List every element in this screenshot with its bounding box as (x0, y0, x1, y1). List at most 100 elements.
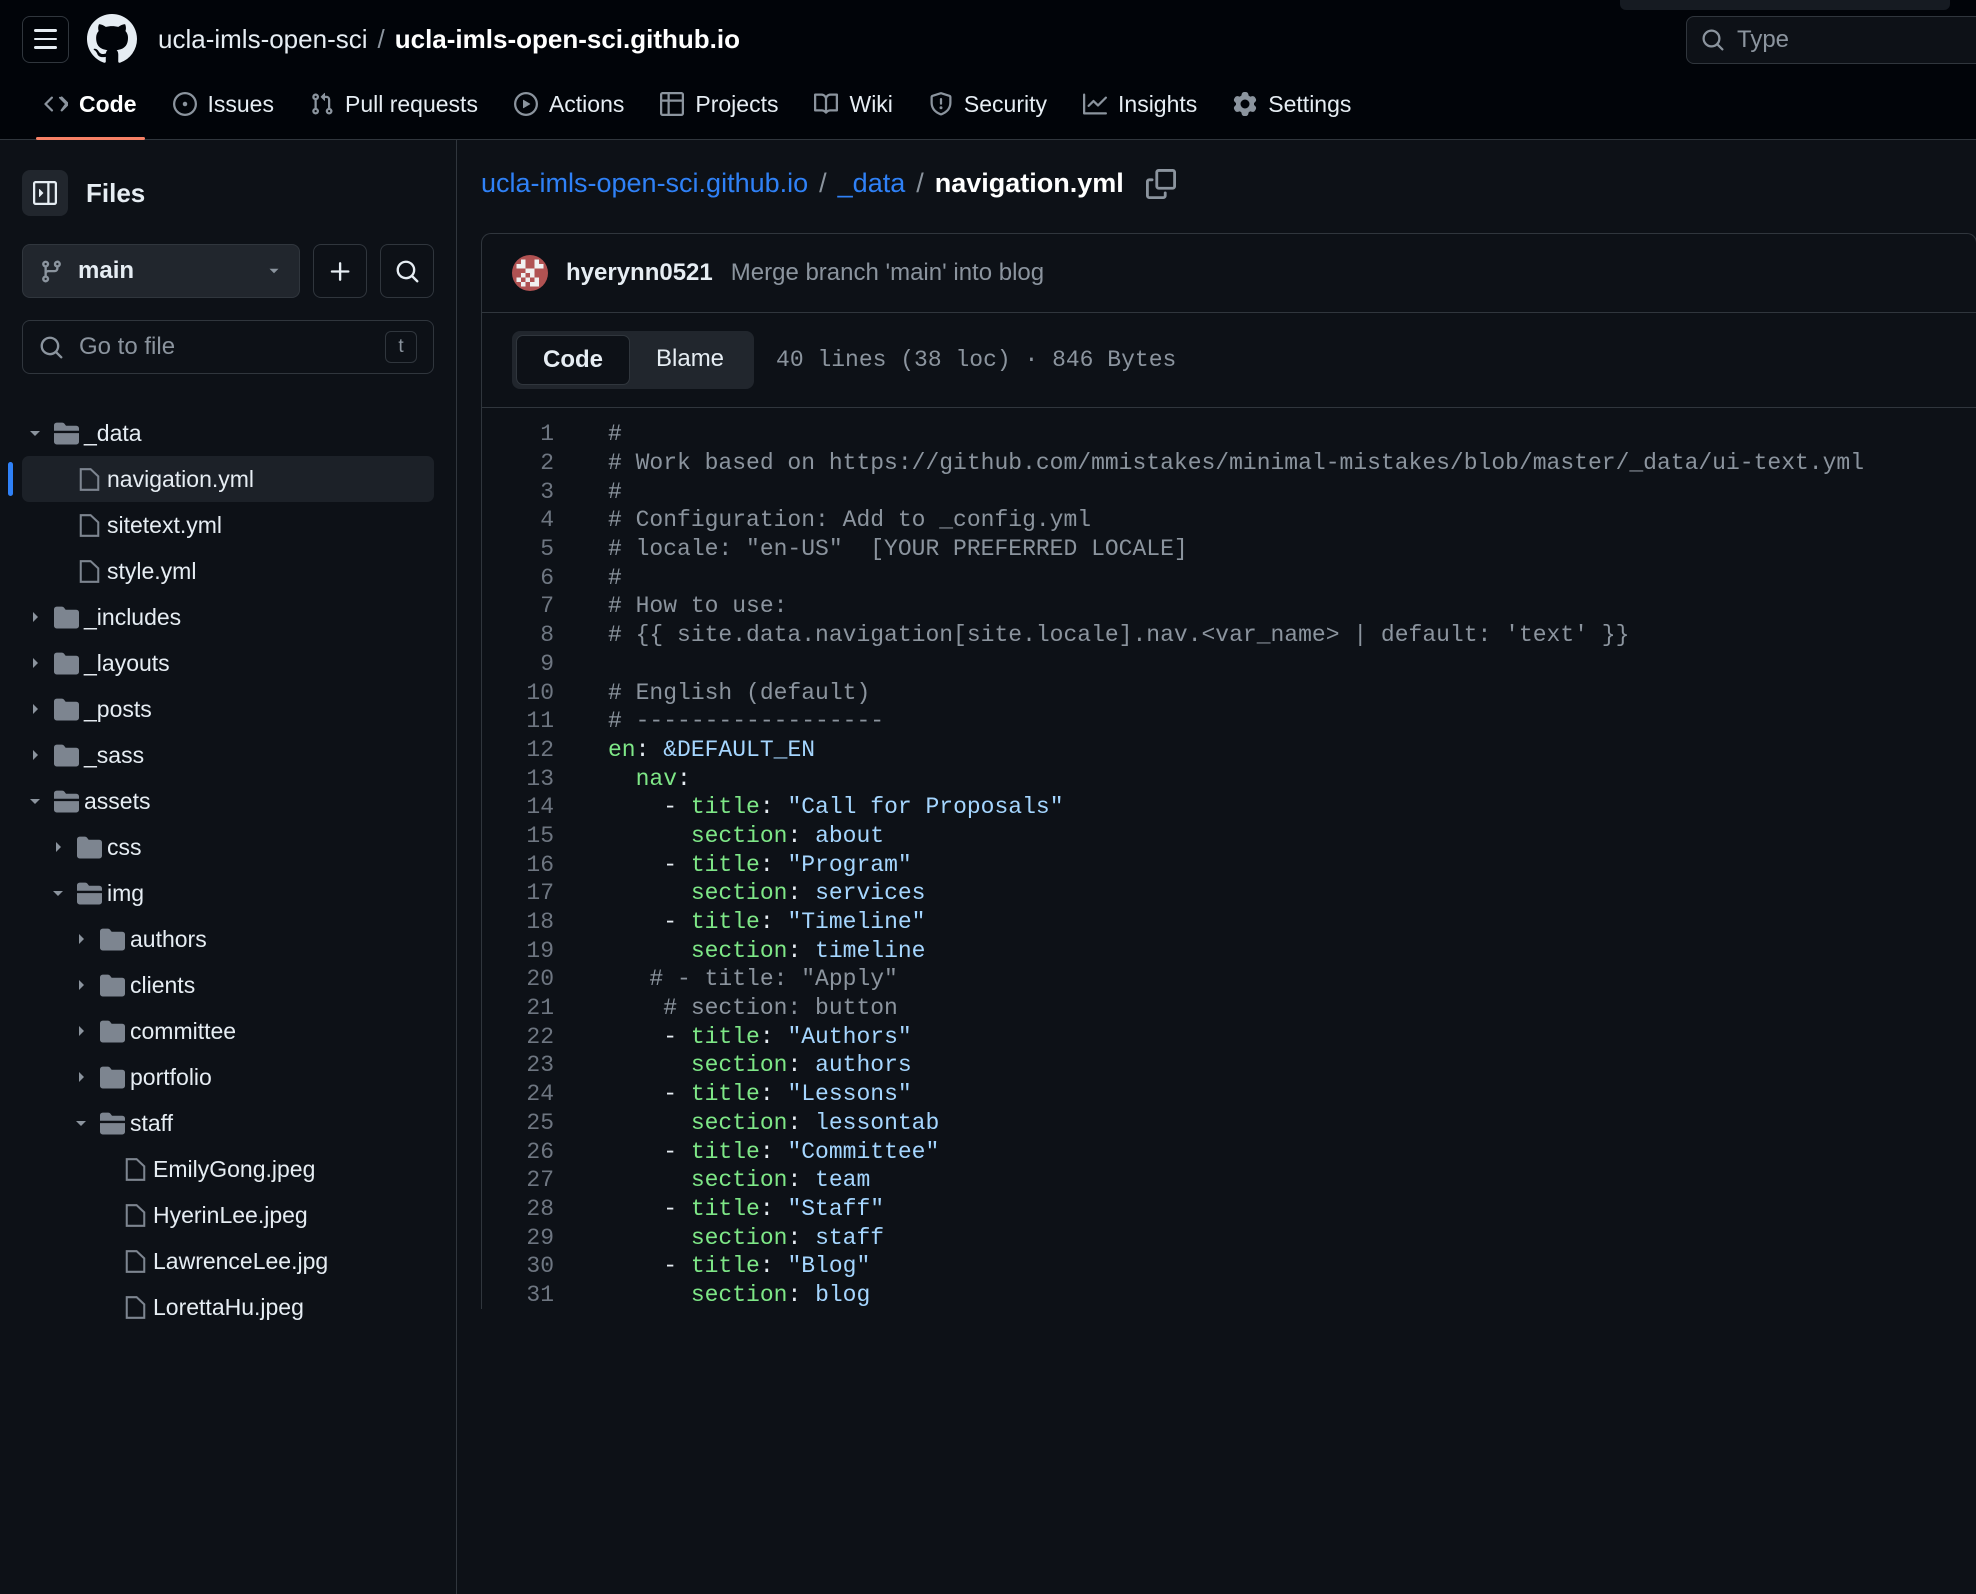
tab-code[interactable]: Code (30, 78, 151, 140)
line-number[interactable]: 6 (482, 565, 554, 591)
global-search-input[interactable]: Type (1686, 16, 1976, 64)
tab-blame-view[interactable]: Blame (630, 335, 750, 385)
line-number[interactable]: 4 (482, 507, 554, 533)
chevron-down-icon[interactable] (45, 885, 71, 901)
repo-name-link[interactable]: ucla-imls-open-sci.github.io (395, 24, 740, 55)
line-number[interactable]: 11 (482, 708, 554, 734)
tab-actions[interactable]: Actions (500, 78, 638, 124)
code-line-content[interactable]: - title: "Committee" (554, 1139, 939, 1165)
chevron-right-icon[interactable] (45, 839, 71, 855)
line-number[interactable]: 2 (482, 450, 554, 476)
chevron-right-icon[interactable] (22, 655, 48, 671)
go-to-file-input[interactable]: Go to file t (22, 320, 434, 374)
tree-file-item[interactable]: EmilyGong.jpeg (22, 1146, 434, 1192)
code-line-content[interactable]: section: team (554, 1167, 870, 1193)
line-number[interactable]: 12 (482, 737, 554, 763)
line-number[interactable]: 8 (482, 622, 554, 648)
tab-wiki[interactable]: Wiki (800, 78, 906, 124)
chevron-right-icon[interactable] (22, 701, 48, 717)
tree-folder-item[interactable]: img (22, 870, 434, 916)
commit-author-link[interactable]: hyerynn0521 (566, 259, 713, 287)
code-line-content[interactable]: # Configuration: Add to _config.yml (554, 507, 1091, 533)
line-number[interactable]: 3 (482, 479, 554, 505)
code-line-content[interactable]: # {{ site.data.navigation[site.locale].n… (554, 622, 1629, 648)
tree-file-item[interactable]: LawrenceLee.jpg (22, 1238, 434, 1284)
tree-folder-item[interactable]: _includes (22, 594, 434, 640)
code-line-content[interactable]: section: staff (554, 1225, 884, 1251)
line-number[interactable]: 18 (482, 909, 554, 935)
code-line-content[interactable]: - title: "Timeline" (554, 909, 925, 935)
line-number[interactable]: 26 (482, 1139, 554, 1165)
line-number[interactable]: 28 (482, 1196, 554, 1222)
code-line-content[interactable]: # Work based on https://github.com/mmist… (554, 450, 1864, 476)
copy-path-icon[interactable] (1145, 168, 1176, 199)
search-files-button[interactable] (380, 244, 434, 298)
code-line-content[interactable]: en: &DEFAULT_EN (554, 737, 815, 763)
tree-folder-item[interactable]: authors (22, 916, 434, 962)
user-avatar-identicon[interactable] (512, 255, 548, 291)
tab-projects[interactable]: Projects (646, 78, 792, 124)
tree-folder-item[interactable]: _data (22, 410, 434, 456)
sidebar-collapse-icon[interactable] (22, 170, 68, 216)
code-line-content[interactable]: nav: (554, 766, 691, 792)
code-line-content[interactable]: # section: button (554, 995, 898, 1021)
tree-folder-item[interactable]: assets (22, 778, 434, 824)
branch-selector[interactable]: main (22, 244, 300, 298)
tab-security[interactable]: Security (915, 78, 1061, 124)
tree-file-item[interactable]: style.yml (22, 548, 434, 594)
line-number[interactable]: 15 (482, 823, 554, 849)
code-line-content[interactable]: # (554, 479, 622, 505)
code-line-content[interactable]: # locale: "en-US" [YOUR PREFERRED LOCALE… (554, 536, 1188, 562)
tree-folder-item[interactable]: committee (22, 1008, 434, 1054)
code-line-content[interactable]: section: services (554, 880, 926, 906)
code-line-content[interactable]: # How to use: (554, 593, 787, 619)
line-number[interactable]: 25 (482, 1110, 554, 1136)
chevron-down-icon[interactable] (22, 793, 48, 809)
line-number[interactable]: 21 (482, 995, 554, 1021)
breadcrumb-repo-link[interactable]: ucla-imls-open-sci.github.io (481, 168, 808, 199)
code-line-content[interactable]: section: blog (554, 1282, 870, 1308)
tree-file-item[interactable]: LorettaHu.jpeg (22, 1284, 434, 1330)
line-number[interactable]: 16 (482, 852, 554, 878)
line-number[interactable]: 20 (482, 966, 554, 992)
tree-folder-item[interactable]: staff (22, 1100, 434, 1146)
add-file-button[interactable] (313, 244, 367, 298)
tree-folder-item[interactable]: _posts (22, 686, 434, 732)
tab-code-view[interactable]: Code (516, 335, 630, 385)
tab-insights[interactable]: Insights (1069, 78, 1211, 124)
line-number[interactable]: 30 (482, 1253, 554, 1279)
code-line-content[interactable]: section: authors (554, 1052, 912, 1078)
line-number[interactable]: 22 (482, 1024, 554, 1050)
tree-file-item[interactable]: sitetext.yml (22, 502, 434, 548)
line-number[interactable]: 23 (482, 1052, 554, 1078)
commit-message[interactable]: Merge branch 'main' into blog (731, 259, 1044, 287)
github-logo-icon[interactable] (87, 14, 137, 64)
chevron-right-icon[interactable] (68, 1023, 94, 1039)
chevron-down-icon[interactable] (22, 425, 48, 441)
line-number[interactable]: 31 (482, 1282, 554, 1308)
breadcrumb-folder-link[interactable]: _data (838, 168, 906, 199)
tree-folder-item[interactable]: portfolio (22, 1054, 434, 1100)
repo-owner-link[interactable]: ucla-imls-open-sci (158, 24, 368, 55)
code-line-content[interactable]: # (554, 421, 622, 447)
line-number[interactable]: 14 (482, 794, 554, 820)
chevron-right-icon[interactable] (68, 977, 94, 993)
chevron-right-icon[interactable] (22, 747, 48, 763)
chevron-right-icon[interactable] (22, 609, 48, 625)
line-number[interactable]: 1 (482, 421, 554, 447)
code-line-content[interactable]: - title: "Call for Proposals" (554, 794, 1063, 820)
code-line-content[interactable]: # English (default) (554, 680, 870, 706)
code-line-content[interactable]: # (554, 565, 622, 591)
line-number[interactable]: 13 (482, 766, 554, 792)
line-number[interactable]: 17 (482, 880, 554, 906)
tree-folder-item[interactable]: _sass (22, 732, 434, 778)
line-number[interactable]: 19 (482, 938, 554, 964)
tree-file-item[interactable]: navigation.yml (8, 456, 434, 502)
code-line-content[interactable]: # ------------------ (554, 708, 884, 734)
code-line-content[interactable]: - title: "Authors" (554, 1024, 911, 1050)
code-line-content[interactable]: section: timeline (554, 938, 926, 964)
hamburger-menu-icon[interactable] (22, 15, 69, 63)
code-line-content[interactable]: section: about (554, 823, 884, 849)
tree-folder-item[interactable]: _layouts (22, 640, 434, 686)
tab-pull-requests[interactable]: Pull requests (296, 78, 492, 124)
